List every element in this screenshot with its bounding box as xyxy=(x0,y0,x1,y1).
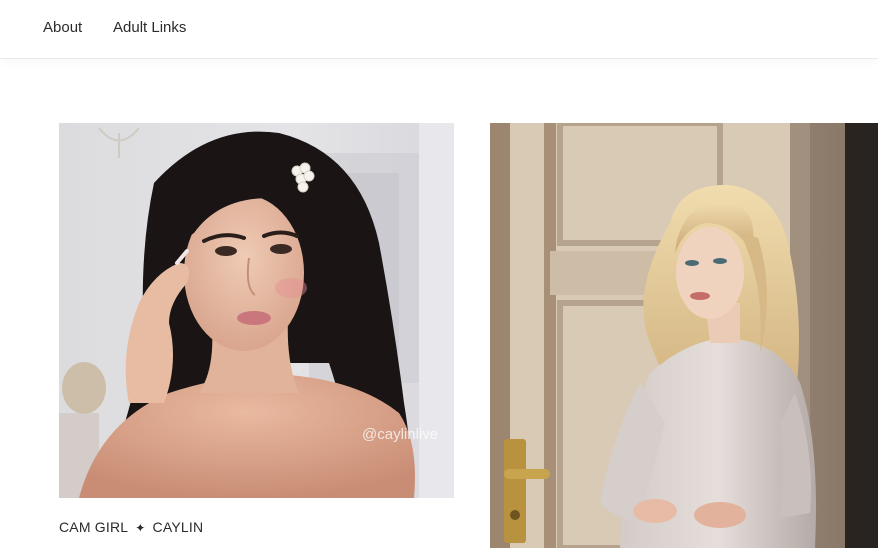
nav-link-about[interactable]: About xyxy=(43,19,82,37)
watermark-text: @caylinlive xyxy=(362,426,438,443)
gallery-card-2[interactable] xyxy=(490,123,878,548)
nav-link-adult-links[interactable]: Adult Links xyxy=(113,19,186,37)
caption-category: CAM GIRL xyxy=(59,519,129,535)
card-image-2[interactable] xyxy=(490,123,878,548)
caption-name: CAYLIN xyxy=(152,519,204,535)
card-caption-caylin[interactable]: CAM GIRL ✦ CAYLIN xyxy=(59,518,203,537)
sparkle-icon: ✦ xyxy=(135,521,146,535)
top-navigation: About Adult Links xyxy=(0,0,878,59)
card-image-caylin[interactable]: @caylinlive xyxy=(59,123,454,498)
gallery-card-caylin[interactable]: @caylinlive xyxy=(59,123,454,498)
